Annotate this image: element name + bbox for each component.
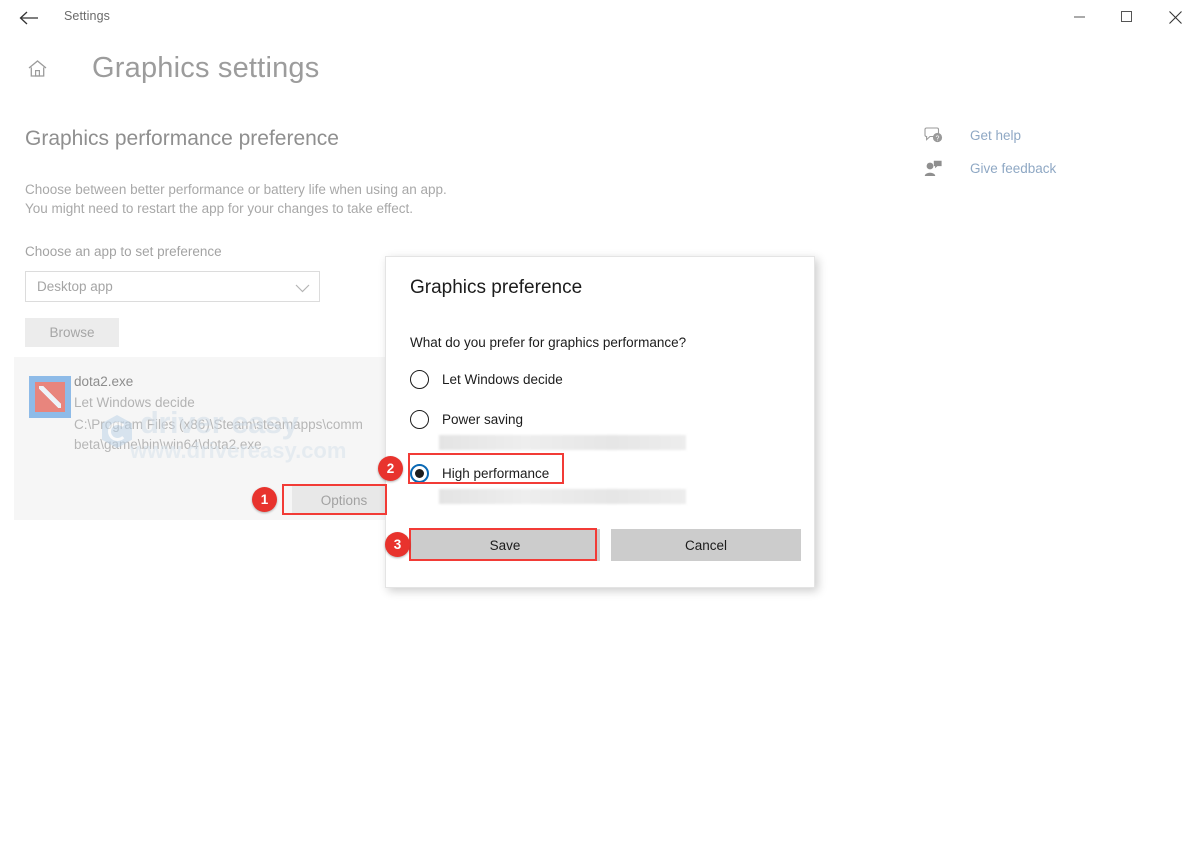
get-help-link[interactable]: ? Get help [920, 120, 1056, 150]
app-entry-panel: dota2.exe Let Windows decide C:\Program … [14, 357, 396, 520]
annotation-badge-3: 3 [385, 532, 410, 557]
help-bubble-glyph: ? [923, 126, 942, 142]
save-button[interactable]: Save [410, 529, 600, 561]
give-feedback-link[interactable]: Give feedback [920, 153, 1056, 183]
radio-let-windows-decide-indicator [410, 369, 429, 389]
choose-app-label: Choose an app to set preference [25, 244, 222, 259]
app-type-dropdown-value: Desktop app [37, 279, 113, 294]
support-links: ? Get help Give feedback [920, 120, 1056, 186]
browse-button[interactable]: Browse [25, 318, 119, 347]
chevron-down-glyph [295, 284, 310, 293]
dialog-question: What do you prefer for graphics performa… [410, 335, 687, 350]
dialog-title: Graphics preference [410, 277, 583, 298]
radio-high-performance-indicator [410, 463, 429, 483]
redacted-bar-bottom [439, 489, 686, 504]
graphics-preference-dialog: Graphics preference What do you prefer f… [385, 256, 815, 588]
section-title: Graphics performance preference [25, 127, 339, 150]
redacted-bar-top [439, 435, 686, 450]
app-current-preference: Let Windows decide [74, 395, 195, 410]
app-type-dropdown[interactable]: Desktop app [25, 271, 320, 302]
cancel-button[interactable]: Cancel [611, 529, 801, 561]
radio-high-performance[interactable]: High performance [410, 460, 549, 486]
app-path-line-1: C:\Program Files (x86)\Steam\steamapps\c… [74, 417, 363, 432]
radio-power-saving[interactable]: Power saving [410, 406, 523, 432]
radio-high-performance-label: High performance [442, 465, 550, 481]
options-button[interactable]: Options [292, 485, 396, 515]
app-path: C:\Program Files (x86)\Steam\steamapps\c… [74, 415, 434, 455]
app-path-line-2: beta\game\bin\win64\dota2.exe [74, 437, 262, 452]
dialog-button-row: Save Cancel [410, 529, 801, 561]
radio-power-saving-indicator [410, 409, 429, 429]
dota2-app-icon [29, 376, 71, 418]
dota2-app-icon-glyph [35, 382, 65, 412]
description-line-1: Choose between better performance or bat… [25, 182, 447, 197]
help-bubble-icon: ? [920, 126, 946, 144]
radio-let-windows-decide[interactable]: Let Windows decide [410, 366, 563, 392]
get-help-label: Get help [970, 127, 1022, 143]
chevron-down-icon [295, 280, 310, 298]
app-name: dota2.exe [74, 374, 134, 389]
annotation-badge-2: 2 [378, 456, 403, 481]
feedback-person-icon [920, 160, 946, 177]
content-area: Graphics performance preference Choose b… [0, 0, 1200, 842]
settings-window: Settings Graphics settings Graphics perf… [0, 0, 1200, 842]
feedback-person-glyph [924, 160, 942, 176]
radio-let-windows-decide-label: Let Windows decide [442, 371, 563, 387]
description-line-2: You might need to restart the app for yo… [25, 201, 413, 216]
annotation-badge-1: 1 [252, 487, 277, 512]
radio-power-saving-label: Power saving [442, 411, 524, 427]
svg-text:?: ? [935, 135, 939, 142]
section-description: Choose between better performance or bat… [25, 180, 447, 218]
give-feedback-label: Give feedback [970, 160, 1057, 176]
